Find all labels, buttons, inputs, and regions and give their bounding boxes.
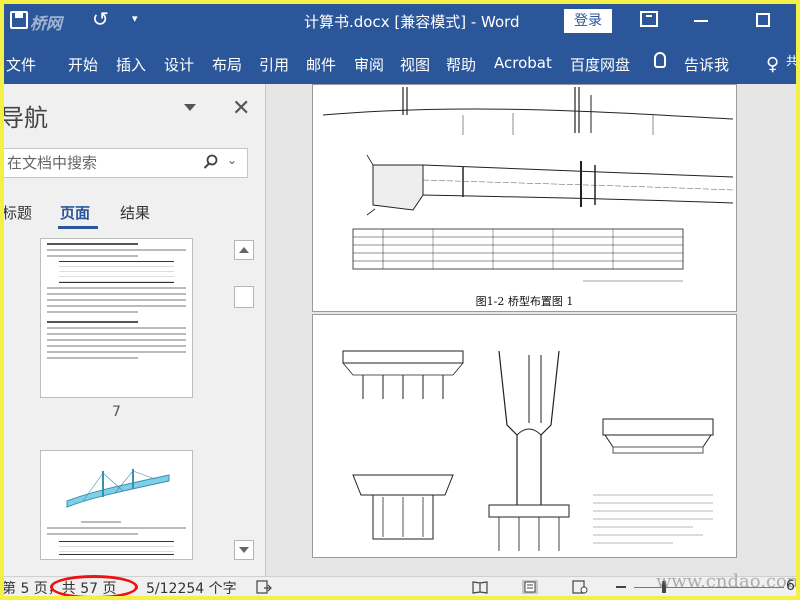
zoom-level[interactable]: 60: [786, 578, 796, 594]
highlight-annotation: [50, 575, 138, 596]
thumbnail-table: [59, 261, 174, 283]
login-button[interactable]: 登录: [564, 9, 612, 33]
site-watermark-logo: 桥网: [30, 14, 63, 33]
maximize-icon[interactable]: [756, 13, 770, 27]
proofing-icon[interactable]: [256, 580, 272, 594]
print-layout-icon[interactable]: [522, 580, 538, 594]
figure-caption: 图1-2 桥型布置图 1: [475, 295, 574, 308]
document-canvas[interactable]: 图1-2 桥型布置图 1: [267, 84, 796, 576]
active-tab-indicator: [58, 226, 98, 229]
read-mode-icon[interactable]: [472, 580, 488, 594]
title-bar: 桥网 ↺ ▾ 计算书.docx [兼容模式] - Word 登录: [4, 4, 796, 38]
save-icon[interactable]: [10, 11, 28, 29]
ribbon-tabs: 文件 开始 插入 设计 布局 引用 邮件 审阅 视图 帮助 Acrobat 百度…: [4, 38, 796, 84]
tab-home[interactable]: 开始: [68, 54, 98, 75]
bridge-render-image: [66, 469, 170, 508]
word-count-status[interactable]: 5/12254 个字: [146, 578, 237, 596]
search-box[interactable]: ⌄: [4, 148, 248, 178]
document-title: 计算书.docx [兼容模式] - Word: [304, 13, 520, 31]
tab-view[interactable]: 视图: [400, 54, 430, 75]
scrollbar-thumb[interactable]: [234, 286, 254, 308]
search-input[interactable]: [7, 153, 197, 173]
tab-results[interactable]: 结果: [120, 202, 150, 223]
navigation-pane: 导航 ✕ ⌄ 标题 页面 结果 7: [4, 84, 266, 576]
undo-icon[interactable]: ↺: [92, 7, 109, 31]
page-thumbnail[interactable]: [40, 238, 193, 398]
tab-headings[interactable]: 标题: [4, 202, 32, 223]
pylon-section-drawing: [342, 350, 714, 551]
share-person-icon[interactable]: ♀: [766, 54, 779, 75]
word-window: 桥网 ↺ ▾ 计算书.docx [兼容模式] - Word 登录 文件 开始 插…: [4, 4, 796, 596]
tab-baidu-netdisk[interactable]: 百度网盘: [570, 54, 630, 75]
tab-help[interactable]: 帮助: [446, 54, 476, 75]
tab-design[interactable]: 设计: [164, 54, 194, 75]
lightbulb-icon[interactable]: [654, 52, 666, 68]
tab-file[interactable]: 文件: [6, 54, 36, 75]
close-icon[interactable]: ✕: [232, 96, 250, 121]
chevron-down-icon[interactable]: ⌄: [227, 153, 237, 167]
document-page[interactable]: [312, 314, 737, 558]
zoom-out-icon[interactable]: [616, 586, 626, 588]
pane-options-dropdown-icon[interactable]: [184, 104, 196, 111]
status-bar: 第 5 页，共 57 页 5/12254 个字 www.cndao.com 60: [4, 571, 796, 596]
tab-review[interactable]: 审阅: [354, 54, 384, 75]
tab-pages[interactable]: 页面: [60, 202, 90, 223]
tab-insert[interactable]: 插入: [116, 54, 146, 75]
search-icon[interactable]: [203, 154, 219, 170]
scroll-up-icon[interactable]: [234, 240, 254, 260]
tell-me-box[interactable]: 告诉我: [684, 54, 729, 75]
tab-layout[interactable]: 布局: [212, 54, 242, 75]
minimize-icon[interactable]: [694, 20, 708, 22]
tab-references[interactable]: 引用: [259, 54, 289, 75]
customize-quick-access-icon[interactable]: ▾: [132, 12, 138, 25]
document-page[interactable]: 图1-2 桥型布置图 1: [312, 84, 737, 312]
site-watermark: www.cndao.com: [656, 571, 796, 592]
tab-acrobat[interactable]: Acrobat: [494, 54, 552, 72]
thumbnail-page-number: 7: [112, 404, 121, 420]
bridge-layout-drawing: [322, 87, 734, 282]
page-thumbnail[interactable]: [40, 450, 193, 560]
navigation-title: 导航: [4, 104, 48, 132]
tab-mailings[interactable]: 邮件: [306, 54, 336, 75]
share-button[interactable]: 共: [786, 52, 796, 69]
ribbon-display-options-icon[interactable]: [640, 11, 658, 27]
web-layout-icon[interactable]: [572, 580, 588, 594]
scroll-down-icon[interactable]: [234, 540, 254, 560]
